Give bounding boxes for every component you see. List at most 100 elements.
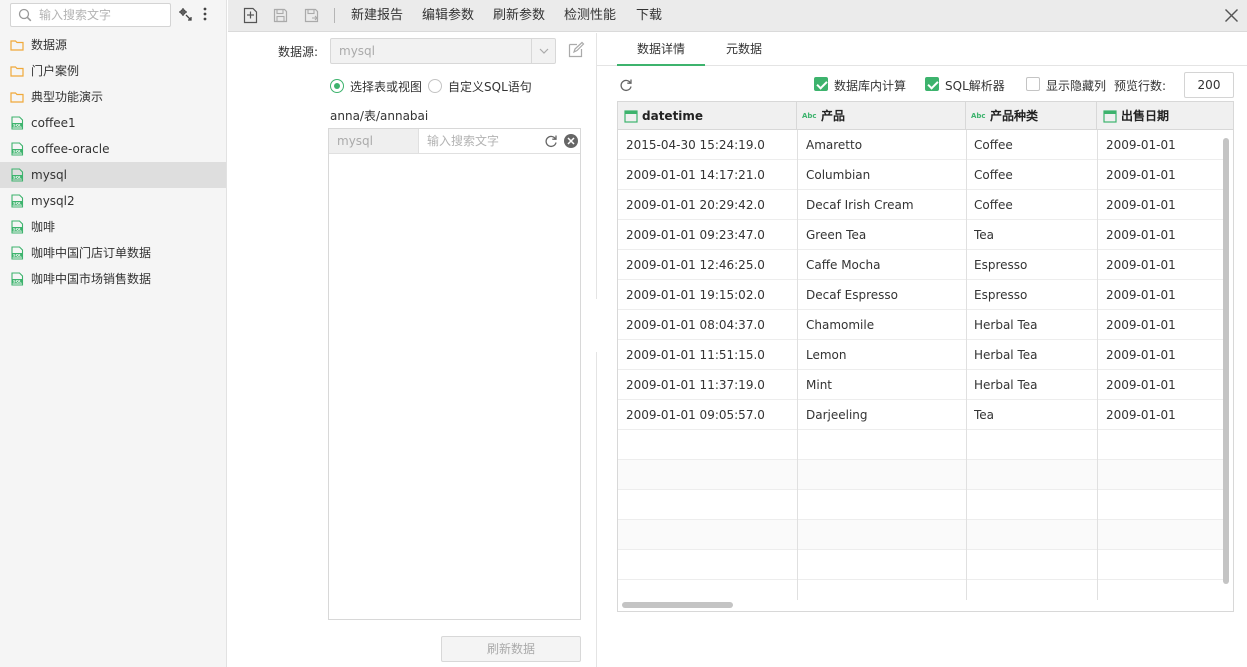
tab-data-detail[interactable]: 数据详情 — [617, 33, 705, 66]
table-cell: 2015-04-30 15:24:19.0 — [626, 138, 765, 152]
datasource-select[interactable]: mysql — [330, 38, 556, 64]
table-cell: 2009-01-01 19:15:02.0 — [626, 288, 765, 302]
tree-item-label: 数据源 — [31, 38, 68, 52]
tree-item-label: coffee-oracle — [31, 142, 110, 156]
table-cell: 2009-01-01 — [1106, 348, 1176, 362]
preview-rows-input[interactable] — [1184, 72, 1234, 98]
svg-text:SQL: SQL — [13, 175, 22, 180]
tree-item[interactable]: 门户案例 — [0, 58, 226, 84]
svg-text:SQL: SQL — [13, 253, 22, 258]
new-file-icon[interactable] — [242, 7, 259, 24]
tree-item[interactable]: SQL mysql2 — [0, 188, 226, 214]
menu-check-performance[interactable]: 检测性能 — [564, 0, 616, 32]
menu-edit-params[interactable]: 编辑参数 — [422, 0, 474, 32]
table-cell: Decaf Espresso — [806, 288, 898, 302]
tree-item[interactable]: 典型功能演示 — [0, 84, 226, 110]
sql-file-icon: SQL — [11, 194, 24, 208]
horizontal-scrollbar-track — [618, 599, 1233, 611]
text-type-icon: Abc — [802, 112, 817, 120]
save-as-icon[interactable] — [303, 7, 320, 24]
checkbox-sql-parser[interactable]: SQL解析器 — [925, 77, 1015, 93]
radio-custom-sql[interactable]: 自定义SQL语句 — [428, 78, 538, 94]
dropdown-arrow[interactable] — [531, 39, 555, 63]
empty-row — [618, 460, 1224, 490]
sidebar-search-box[interactable] — [10, 3, 171, 27]
column-header-label: 出售日期 — [1121, 109, 1170, 123]
tree-item-label: 咖啡 — [31, 220, 56, 234]
empty-row — [618, 490, 1224, 520]
radio-select-table[interactable]: 选择表或视图 — [330, 78, 430, 94]
menu-new-report[interactable]: 新建报告 — [351, 0, 403, 32]
table-cell: Lemon — [806, 348, 847, 362]
clear-icon[interactable] — [563, 133, 579, 149]
search-icon — [18, 8, 32, 22]
tree-item[interactable]: 数据源 — [0, 32, 226, 58]
tree-item[interactable]: SQL 咖啡中国门店订单数据 — [0, 240, 226, 266]
table-cell: 2009-01-01 09:23:47.0 — [626, 228, 765, 242]
table-cell: Herbal Tea — [974, 318, 1038, 332]
table-row[interactable]: 2009-01-01 12:46:25.0 Caffe Mocha Espresso… — [618, 250, 1224, 280]
save-icon[interactable] — [272, 7, 289, 24]
checkbox-box — [1026, 77, 1040, 91]
refresh-icon[interactable] — [619, 78, 633, 92]
table-row[interactable]: 2009-01-01 11:51:15.0 Lemon Herbal Tea 2009… — [618, 340, 1224, 370]
tree-item-label: 咖啡中国市场销售数据 — [31, 272, 152, 286]
close-icon[interactable] — [1224, 8, 1239, 23]
data-grid: datetime Abc 产品 Abc 产品种类 出售日期 2015-04-30 15:2… — [617, 101, 1234, 612]
column-header[interactable]: datetime — [618, 102, 797, 130]
table-row[interactable]: 2015-04-30 15:24:19.0 Amaretto Coffee 2009-… — [618, 130, 1224, 160]
checkbox-db-compute[interactable]: 数据库内计算 — [814, 77, 914, 93]
table-cell: 2009-01-01 11:51:15.0 — [626, 348, 765, 362]
table-cell: Herbal Tea — [974, 348, 1038, 362]
empty-row — [618, 430, 1224, 460]
svg-text:SQL: SQL — [13, 201, 22, 206]
more-icon[interactable] — [198, 7, 212, 21]
table-cell: Coffee — [974, 138, 1013, 152]
table-cell: Coffee — [974, 168, 1013, 182]
text-type-icon: Abc — [971, 112, 986, 120]
table-row[interactable]: 2009-01-01 08:04:37.0 Chamomile Herbal Tea… — [618, 310, 1224, 340]
query-config-panel: 数据源: mysql 选择表或视图 自定义SQL语句 anna/表/annaba… — [228, 33, 597, 667]
sidebar: 数据源门户案例典型功能演示SQLcoffee1SQLcoffee-oracleS… — [0, 0, 227, 667]
table-row[interactable]: 2009-01-01 20:29:42.0 Decaf Irish Cream Co… — [618, 190, 1224, 220]
tree-item[interactable]: SQL 咖啡中国市场销售数据 — [0, 266, 226, 292]
table-cell: Green Tea — [806, 228, 867, 242]
menu-download[interactable]: 下载 — [636, 0, 662, 32]
vertical-scrollbar[interactable] — [1223, 138, 1229, 584]
table-search-input[interactable] — [427, 134, 537, 148]
table-row[interactable]: 2009-01-01 09:23:47.0 Green Tea Tea 2009-01… — [618, 220, 1224, 250]
menu-refresh-params[interactable]: 刷新参数 — [493, 0, 545, 32]
table-row[interactable]: 2009-01-01 19:15:02.0 Decaf Espresso Espre… — [618, 280, 1224, 310]
table-cell: Tea — [974, 228, 995, 242]
tree-item[interactable]: SQL coffee-oracle — [0, 136, 226, 162]
toolbar: 新建报告 编辑参数 刷新参数 检测性能 下载 — [228, 0, 1247, 32]
refresh-icon[interactable] — [544, 134, 558, 148]
svg-text:SQL: SQL — [13, 279, 22, 284]
column-header[interactable]: Abc 产品种类 — [966, 102, 1097, 130]
table-cell: 2009-01-01 — [1106, 408, 1176, 422]
table-row[interactable]: 2009-01-01 09:05:57.0 Darjeeling Tea 2009-0… — [618, 400, 1224, 430]
tab-metadata[interactable]: 元数据 — [705, 33, 783, 66]
locate-icon[interactable] — [178, 7, 192, 21]
datasource-label: 数据源: — [278, 45, 319, 59]
column-header[interactable]: 出售日期 — [1097, 102, 1233, 130]
horizontal-scrollbar[interactable] — [622, 602, 733, 608]
edit-icon[interactable] — [567, 41, 585, 59]
tree-item[interactable]: SQL mysql — [0, 162, 226, 188]
tree-item[interactable]: SQL 咖啡 — [0, 214, 226, 240]
tree-item[interactable]: SQL coffee1 — [0, 110, 226, 136]
tree-item-label: coffee1 — [31, 116, 76, 130]
table-row[interactable]: 2009-01-01 14:17:21.0 Columbian Coffee 2009… — [618, 160, 1224, 190]
tree-item-label: 咖啡中国门店订单数据 — [31, 246, 152, 260]
svg-text:SQL: SQL — [13, 227, 22, 232]
grid-body: 2015-04-30 15:24:19.0 Amaretto Coffee 2009-… — [618, 130, 1224, 580]
column-header[interactable]: Abc 产品 — [797, 102, 966, 130]
table-row[interactable]: 2009-01-01 11:37:19.0 Mint Herbal Tea 2009-… — [618, 370, 1224, 400]
sidebar-search-input[interactable] — [39, 7, 167, 23]
checkbox-show-hidden[interactable]: 显示隐藏列 — [1026, 77, 1111, 93]
table-cell: Coffee — [974, 198, 1013, 212]
sql-file-icon: SQL — [11, 116, 24, 130]
table-cell: 2009-01-01 — [1106, 228, 1176, 242]
refresh-data-button[interactable]: 刷新数据 — [441, 636, 581, 662]
radio-custom-sql-label: 自定义SQL语句 — [448, 80, 532, 94]
